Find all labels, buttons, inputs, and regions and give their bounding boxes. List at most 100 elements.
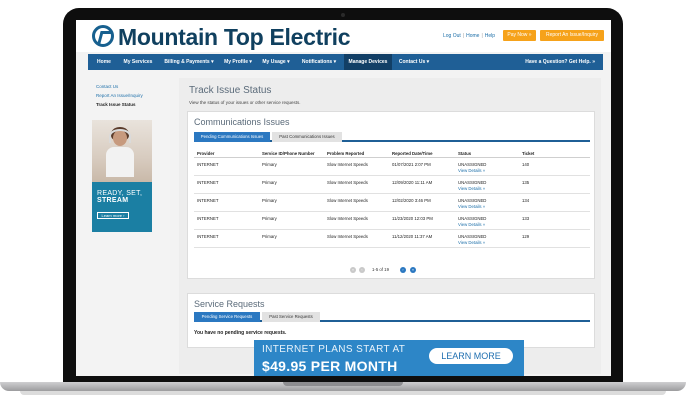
view-details-link[interactable]: View Details » (458, 222, 485, 227)
last-page-icon[interactable]: » (410, 267, 416, 273)
col-provider: Provider (197, 151, 215, 156)
cell-service: Primary (262, 198, 277, 203)
cell-ticket: 129 (522, 234, 530, 239)
view-details-link[interactable]: View Details » (458, 168, 485, 173)
banner-learn-more-button[interactable]: LEARN MORE (429, 348, 513, 364)
cell-status: UNASSIGNED (458, 198, 487, 203)
headphones-icon (109, 129, 131, 143)
cell-service: Primary (262, 162, 277, 167)
cell-status: UNASSIGNED (458, 180, 487, 185)
table-row: INTERNET Primary Slow Internet Speeds 12… (194, 176, 590, 194)
nav-billing-payments[interactable]: Billing & Payments ▾ (160, 54, 218, 70)
col-status: Status (458, 151, 472, 156)
cell-provider: INTERNET (197, 216, 219, 221)
cell-ticket: 140 (522, 162, 530, 167)
cell-ticket: 133 (522, 216, 530, 221)
ad-learn-more-button[interactable]: Learn more › (97, 212, 129, 219)
table-row: INTERNET Primary Slow Internet Speeds 01… (194, 158, 590, 176)
nav-contact-us[interactable]: Contact Us ▾ (394, 54, 434, 70)
pay-now-button[interactable]: Pay Now » (503, 30, 536, 41)
internet-plans-banner[interactable]: INTERNET PLANS START AT $49.95 PER MONTH… (254, 340, 524, 376)
comm-panel-title: Communications Issues (194, 117, 290, 127)
cell-provider: INTERNET (197, 198, 219, 203)
main-nav: Home My Services Billing & Payments ▾ My… (88, 54, 603, 70)
col-date: Reported Date/Time (392, 151, 433, 156)
banner-line1: INTERNET PLANS START AT (262, 344, 406, 355)
help-link[interactable]: Help (485, 33, 495, 39)
nav-my-usage[interactable]: My Usage ▾ (258, 54, 294, 70)
cell-status: UNASSIGNED (458, 234, 487, 239)
cell-date: 12/09/2020 11:11 AM (392, 180, 433, 185)
cell-problem: Slow Internet Speeds (327, 216, 368, 221)
home-link[interactable]: Home (466, 33, 479, 39)
browser-screen: Mountain Top Electric Log Out | Home | Help … (76, 20, 611, 376)
view-details-link[interactable]: View Details » (458, 204, 485, 209)
ad-headline: READY, SET, STREAM (97, 190, 142, 204)
cell-date: 11/23/2020 12:03 PM (392, 216, 433, 221)
col-ticket: Ticket (522, 151, 535, 156)
sidebar-item-report-issue[interactable]: Report An Issue/Inquiry (96, 91, 166, 100)
site-header: Mountain Top Electric Log Out | Home | Help … (76, 20, 611, 52)
svc-tabs: Pending Service Requests Past Service Re… (194, 312, 590, 322)
sidebar-item-contact-us[interactable]: Contact Us (96, 82, 166, 91)
cell-provider: INTERNET (197, 162, 219, 167)
no-pending-message: You have no pending service requests. (194, 330, 287, 336)
cell-service: Primary (262, 216, 277, 221)
table-row: INTERNET Primary Slow Internet Speeds 12… (194, 194, 590, 212)
tab-pending-service[interactable]: Pending Service Requests (194, 312, 260, 322)
nav-my-services[interactable]: My Services (118, 54, 158, 70)
cell-provider: INTERNET (197, 180, 219, 185)
brand-name[interactable]: Mountain Top Electric (118, 24, 351, 51)
report-issue-button[interactable]: Report An Issue/Inquiry (540, 30, 604, 41)
laptop-notch (283, 382, 403, 386)
stream-ad[interactable]: READY, SET, STREAM Learn more › (92, 120, 152, 232)
logout-link[interactable]: Log Out (443, 33, 461, 39)
cell-ticket: 134 (522, 198, 530, 203)
cell-provider: INTERNET (197, 234, 219, 239)
cell-date: 12/02/2020 3:46 PM (392, 198, 431, 203)
cell-problem: Slow Internet Speeds (327, 180, 368, 185)
cell-ticket: 135 (522, 180, 530, 185)
sidebar-links: Contact Us Report An Issue/Inquiry Track… (96, 82, 166, 109)
get-help-link[interactable]: Have a Question? Get Help. » (525, 54, 595, 70)
mountain-logo-icon[interactable] (92, 25, 114, 47)
view-details-link[interactable]: View Details » (458, 186, 485, 191)
col-problem: Problem Reported (327, 151, 365, 156)
camera-icon (341, 13, 345, 17)
cell-status: UNASSIGNED (458, 216, 487, 221)
laptop-mockup: Mountain Top Electric Log Out | Home | Help … (0, 0, 686, 395)
main-content: Track Issue Status View the status of yo… (179, 78, 601, 374)
first-page-icon[interactable]: « (350, 267, 356, 273)
ad-person-body (106, 147, 134, 177)
utility-links: Log Out | Home | Help (443, 33, 496, 39)
cell-service: Primary (262, 234, 277, 239)
tab-pending-comm[interactable]: Pending Communications Issues (194, 132, 270, 142)
page-subtitle: View the status of your issues or other … (189, 100, 301, 105)
cell-problem: Slow Internet Speeds (327, 198, 368, 203)
svc-panel-title: Service Requests (194, 299, 265, 309)
table-header: Provider Service ID/Phone Number Problem… (194, 148, 590, 158)
comm-tabs: Pending Communications Issues Past Commu… (194, 132, 590, 142)
table-row: INTERNET Primary Slow Internet Speeds 11… (194, 230, 590, 248)
sidebar-item-track-issue[interactable]: Track Issue Status (96, 100, 166, 109)
next-page-icon[interactable]: › (400, 267, 406, 273)
comm-issues-table: Provider Service ID/Phone Number Problem… (194, 148, 590, 248)
tab-past-service[interactable]: Past Service Requests (262, 312, 320, 322)
tab-past-comm[interactable]: Past Communications Issues (272, 132, 342, 142)
nav-my-profile[interactable]: My Profile ▾ (220, 54, 256, 70)
cell-service: Primary (262, 180, 277, 185)
nav-notifications[interactable]: Notifications ▾ (296, 54, 342, 70)
view-details-link[interactable]: View Details » (458, 240, 485, 245)
prev-page-icon[interactable]: ‹ (359, 267, 365, 273)
banner-line2: $49.95 PER MONTH (262, 358, 398, 374)
page-indicator: 1-5 of 19 (372, 267, 389, 272)
ad-line2: STREAM (97, 197, 129, 204)
cell-status: UNASSIGNED (458, 162, 487, 167)
table-row: INTERNET Primary Slow Internet Speeds 11… (194, 212, 590, 230)
ad-line1: READY, SET, (97, 190, 143, 197)
pagination: « ‹ 1-5 of 19 › » (350, 266, 430, 274)
nav-manage-devices[interactable]: Manage Devices (344, 54, 392, 70)
nav-home[interactable]: Home (92, 54, 116, 70)
page-title: Track Issue Status (189, 85, 272, 96)
ad-photo (92, 120, 152, 182)
